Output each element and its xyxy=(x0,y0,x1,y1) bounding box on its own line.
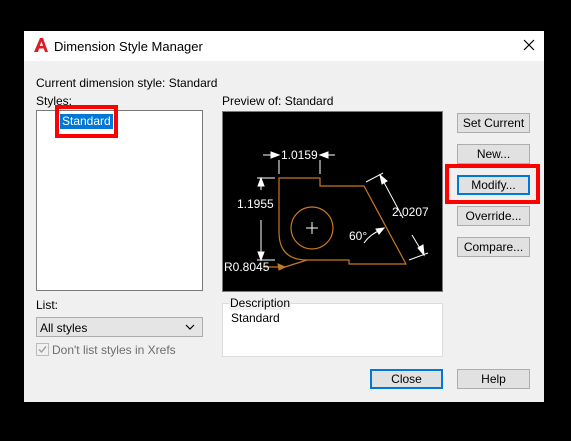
preview-label: Preview of: Standard xyxy=(222,94,334,108)
list-filter-label: List: xyxy=(36,298,59,312)
close-icon[interactable] xyxy=(520,36,538,54)
dim-text-radius: R0.8045 xyxy=(224,260,270,274)
override-button[interactable]: Override... xyxy=(457,206,530,226)
dim-text-top: 1.0159 xyxy=(281,148,318,162)
current-style-label: Current dimension style: Standard xyxy=(36,76,218,90)
description-legend: Description xyxy=(229,296,292,310)
preview-part-outline xyxy=(278,177,408,265)
description-text: Standard xyxy=(231,311,280,325)
close-button[interactable]: Close xyxy=(370,369,443,389)
xrefs-checkbox[interactable] xyxy=(36,343,49,356)
title-bar: Dimension Style Manager xyxy=(24,31,544,61)
preview-drawing: 1.0159 1.1955 2.0207 60° R0.8045 xyxy=(224,148,429,274)
dim-text-right: 2.0207 xyxy=(392,205,429,219)
dim-text-angle: 60° xyxy=(349,229,367,243)
dimension-style-manager-dialog: Dimension Style Manager Current dimensio… xyxy=(24,31,544,402)
xrefs-checkbox-label: Don't list styles in Xrefs xyxy=(52,343,176,357)
autocad-logo-icon xyxy=(34,38,48,52)
help-button[interactable]: Help xyxy=(457,369,530,389)
dim-text-left: 1.1955 xyxy=(237,197,274,211)
highlight-box-modify xyxy=(445,164,540,204)
radius-leader-line xyxy=(284,259,308,268)
dimension-preview: 1.0159 1.1955 2.0207 60° R0.8045 xyxy=(222,111,443,292)
dialog-title: Dimension Style Manager xyxy=(54,39,203,54)
list-filter-dropdown[interactable]: All styles xyxy=(36,317,203,337)
highlight-box-standard xyxy=(55,105,118,138)
list-filter-value: All styles xyxy=(40,321,88,335)
set-current-button[interactable]: Set Current xyxy=(457,113,530,133)
chevron-down-icon xyxy=(185,324,195,330)
checkmark-icon xyxy=(38,346,47,354)
new-button[interactable]: New... xyxy=(457,144,530,164)
compare-button[interactable]: Compare... xyxy=(457,237,530,257)
